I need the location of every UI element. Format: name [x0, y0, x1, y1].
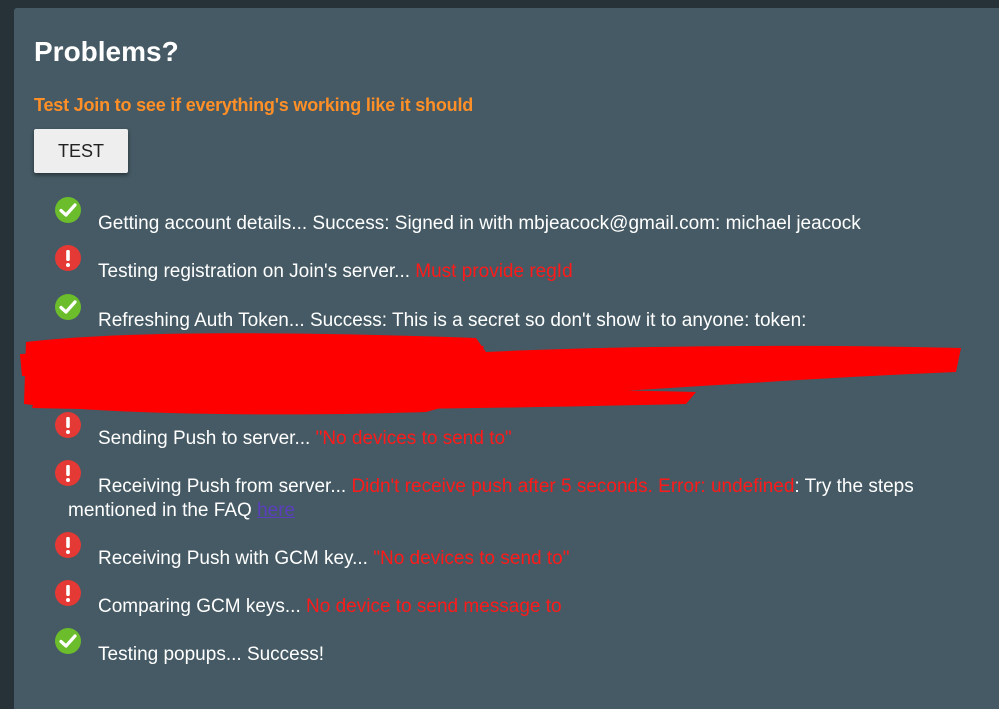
step-gcm-key: Receiving Push with GCM key... "No devic…: [54, 532, 934, 571]
error-circle-icon: [55, 412, 81, 438]
step-receiving-push: Receiving Push from server... Didn't rec…: [54, 460, 934, 499]
step-receiving-push-continued: mentioned in the FAQ here: [68, 499, 948, 523]
error-circle-icon: [55, 460, 81, 486]
step-label: Testing registration on Join's server...: [98, 261, 410, 282]
error-circle-icon: [55, 245, 81, 271]
step-label: Sending Push to server...: [98, 428, 311, 449]
check-circle-icon: [55, 197, 81, 223]
step-label: Receiving Push with GCM key...: [98, 548, 368, 569]
step-comparing-keys: Comparing GCM keys... No device to send …: [54, 580, 934, 619]
faq-link[interactable]: here: [257, 500, 295, 521]
step-error: Didn't receive push after 5 seconds. Err…: [351, 476, 795, 497]
step-account-details: Getting account details... Success: Sign…: [54, 197, 934, 236]
step-sending-push: Sending Push to server... "No devices to…: [54, 412, 934, 451]
step-popups: Testing popups... Success!: [54, 628, 934, 667]
error-circle-icon: [55, 580, 81, 606]
step-error: Must provide regId: [415, 261, 573, 282]
test-button[interactable]: TEST: [34, 129, 128, 173]
step-error: "No devices to send to": [373, 548, 570, 569]
redaction-scribble: [20, 333, 961, 415]
step-registration: Testing registration on Join's server...…: [54, 245, 934, 284]
page-title: Problems?: [34, 36, 179, 67]
error-circle-icon: [55, 532, 81, 558]
step-result: Success!: [246, 644, 325, 665]
step-error: No device to send message to: [306, 596, 562, 617]
subtitle: Test Join to see if everything's working…: [34, 95, 474, 115]
step-label: Getting account details...: [98, 213, 308, 234]
check-circle-icon: [55, 294, 81, 320]
step-result: Success: Signed in with mbjeacock@gmail.…: [312, 213, 861, 234]
step-extra-line: mentioned in the FAQ: [68, 500, 252, 521]
step-label: Receiving Push from server...: [98, 476, 347, 497]
step-label: Comparing GCM keys...: [98, 596, 301, 617]
step-error: "No devices to send to": [315, 428, 512, 449]
step-label: Testing popups...: [98, 644, 242, 665]
check-circle-icon: [55, 628, 81, 654]
step-extra: : Try the steps: [794, 476, 914, 497]
